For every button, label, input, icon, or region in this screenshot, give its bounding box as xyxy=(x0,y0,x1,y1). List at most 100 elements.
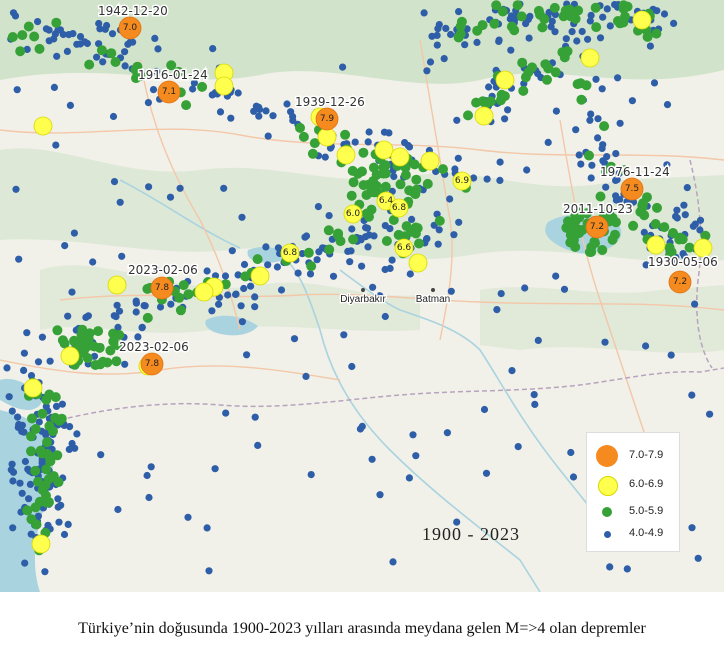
m4-earthquake-point xyxy=(612,192,620,200)
m4-earthquake-point xyxy=(208,307,216,315)
m5-earthquake-point xyxy=(48,426,58,437)
m4-earthquake-point xyxy=(95,19,103,28)
m4-earthquake-point xyxy=(52,402,61,410)
event-date-label: 1930-05-06 xyxy=(648,255,718,269)
m4-earthquake-point xyxy=(302,372,310,380)
m4-earthquake-point xyxy=(141,302,149,310)
period-label: 1900 - 2023 xyxy=(422,524,520,544)
m4-earthquake-point xyxy=(121,62,129,70)
m4-earthquake-point xyxy=(50,83,59,91)
m5-earthquake-point xyxy=(434,215,445,226)
m5-earthquake-point xyxy=(52,450,63,461)
m4-earthquake-point xyxy=(495,37,503,46)
m4-earthquake-point xyxy=(15,255,23,263)
m4-earthquake-point xyxy=(109,112,118,121)
m5-earthquake-point xyxy=(303,247,314,258)
m5-earthquake-point xyxy=(106,48,117,59)
m4-earthquake-point xyxy=(496,176,504,184)
m4-earthquake-point xyxy=(21,457,29,466)
m5-earthquake-point xyxy=(572,79,583,90)
m5-earthquake-point xyxy=(638,198,649,209)
m4-earthquake-point xyxy=(521,284,529,292)
m5-earthquake-point xyxy=(17,30,28,41)
m5-earthquake-point xyxy=(517,57,528,68)
event-date-label: 1916-01-24 xyxy=(138,68,208,82)
event-date-label: 2011-10-23 xyxy=(563,202,633,216)
m5-earthquake-point xyxy=(174,292,185,303)
m6-earthquake-point xyxy=(214,76,234,96)
m4-earthquake-point xyxy=(612,150,620,158)
m4-earthquake-point xyxy=(461,41,469,49)
m4-earthquake-point xyxy=(670,19,678,27)
m4-earthquake-point xyxy=(264,132,272,140)
m4-earthquake-point xyxy=(34,18,42,26)
m5-earthquake-point xyxy=(364,211,374,222)
m4-earthquake-point xyxy=(601,338,609,346)
m4-earthquake-point xyxy=(166,193,175,201)
m4-earthquake-point xyxy=(68,288,76,296)
m4-earthquake-point xyxy=(55,518,63,526)
m4-earthquake-point xyxy=(325,212,333,220)
m4-earthquake-point xyxy=(23,329,31,337)
m4-earthquake-point xyxy=(364,243,372,251)
event-date-label: 2023-02-06 xyxy=(119,340,189,354)
m4-earthquake-point xyxy=(76,33,85,41)
m4-earthquake-point xyxy=(586,116,594,124)
m4-earthquake-point xyxy=(455,218,463,226)
m4-earthquake-point xyxy=(552,107,561,115)
m4-earthquake-point xyxy=(560,285,569,293)
m4-earthquake-point xyxy=(26,480,34,488)
m5-earthquake-point xyxy=(651,28,662,39)
m5-earthquake-point xyxy=(78,348,89,359)
m4-earthquake-point xyxy=(108,30,117,38)
m4-earthquake-point xyxy=(420,9,428,17)
m4-earthquake-point xyxy=(598,144,606,152)
m4-earthquake-point xyxy=(346,258,354,266)
m5-earthquake-point xyxy=(506,21,517,32)
m6-earthquake-point xyxy=(33,116,53,136)
m4-earthquake-point xyxy=(41,568,49,576)
m4-earthquake-point xyxy=(243,351,251,359)
m6-earthquake-point xyxy=(60,346,80,366)
m4-earthquake-point xyxy=(149,86,158,94)
m4-earthquake-point xyxy=(66,101,74,109)
m5-earthquake-point xyxy=(324,244,335,255)
m5-earthquake-point xyxy=(477,20,488,31)
m5-earthquake-point xyxy=(37,408,48,419)
m5-earthquake-point xyxy=(659,222,670,233)
m4-earthquake-point xyxy=(405,474,413,482)
m5-earthquake-point xyxy=(96,45,107,56)
m6-earthquake-point xyxy=(495,70,515,90)
m4-earthquake-point xyxy=(426,58,435,66)
event-magnitude-label: 6.9 xyxy=(455,176,470,186)
m4-earthquake-point xyxy=(642,342,650,350)
m4-earthquake-point xyxy=(447,30,455,39)
m4-earthquake-point xyxy=(20,349,28,357)
m4-earthquake-point xyxy=(356,425,364,433)
m5-earthquake-point xyxy=(29,31,40,42)
m5-earthquake-point xyxy=(307,148,318,159)
m5-earthquake-point xyxy=(142,312,153,323)
m4-earthquake-point xyxy=(97,451,105,459)
m5-earthquake-point xyxy=(642,31,653,42)
m4-earthquake-point xyxy=(562,35,570,43)
m4-earthquake-point xyxy=(234,89,242,97)
m4-earthquake-point xyxy=(504,106,512,114)
m5-earthquake-point xyxy=(584,150,594,161)
m4-earthquake-point xyxy=(497,290,505,298)
m4-earthquake-point xyxy=(99,58,107,66)
m5-earthquake-point xyxy=(34,43,45,54)
m4-earthquake-point xyxy=(496,158,504,166)
m4-earthquake-point xyxy=(251,413,259,421)
m4-earthquake-point xyxy=(340,331,348,339)
m4-earthquake-point xyxy=(573,37,581,45)
m4-earthquake-point xyxy=(70,229,78,237)
m5-earthquake-point xyxy=(353,168,363,179)
m4-earthquake-point xyxy=(363,224,372,232)
m4-earthquake-point xyxy=(54,495,62,503)
legend-item-m7: 7.0-7.9 xyxy=(587,445,679,469)
m4-earthquake-point xyxy=(238,318,246,326)
m4-earthquake-point xyxy=(269,112,277,120)
m4-earthquake-point xyxy=(428,32,436,40)
m4-earthquake-point xyxy=(237,302,245,310)
